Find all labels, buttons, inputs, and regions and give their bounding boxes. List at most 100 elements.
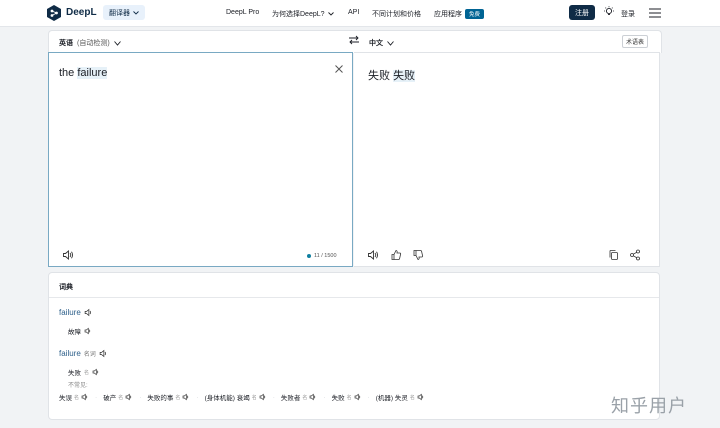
speaker-icon[interactable] [417,393,425,401]
watermark-text: 知乎用户 [611,396,687,416]
speaker-icon[interactable] [182,393,190,401]
speaker-icon[interactable] [125,393,133,401]
alternative-item[interactable]: 失败的事名 [147,392,190,402]
alternative-item[interactable]: (机器) 失灵名 [376,392,425,402]
alternative-tag: 名 [251,394,257,401]
login-link[interactable]: 登录 [621,9,635,19]
speaker-icon[interactable] [92,368,100,376]
alternative-tag: 名 [409,394,415,401]
chevron-down-icon [133,10,139,15]
speaker-icon[interactable] [259,393,267,401]
alternative-tag: 名 [302,394,308,401]
separator: · [323,393,326,401]
translation-output[interactable]: 失败 失败 [368,67,416,83]
top-navigation-bar: DeepL 翻译器 DeepL Pro 为何选择DeepL? API 不同计划和… [0,0,720,27]
swap-languages-icon[interactable] [348,35,360,45]
character-counter: 11 / 1500 [307,253,337,259]
alternative-text: 失败的事 [147,395,174,402]
source-language-select[interactable]: 英语 (自动检测) [59,38,121,48]
hamburger-menu-icon[interactable] [649,8,661,18]
speaker-icon[interactable] [367,249,379,261]
thumbs-up-icon[interactable] [390,249,402,261]
dictionary-sense: 失败 名 [68,367,100,377]
nav-api[interactable]: API [348,9,359,16]
target-language-label: 中文 [369,40,383,47]
alternative-item[interactable]: 失误名 [59,392,89,402]
alternative-tag: 名 [346,394,352,401]
brand-name[interactable]: DeepL [66,7,97,18]
source-text-highlight: failure [77,67,108,79]
free-badge: 免费 [465,9,485,20]
separator: · [367,393,370,401]
target-text-panel: 失败 失败 [354,52,660,267]
sense-tag: 名 [84,369,90,376]
alternative-text: (机器) 失灵 [375,395,408,402]
chevron-down-icon [328,12,335,16]
dictionary-sense: 故障 [68,326,92,336]
speaker-icon[interactable] [81,393,89,401]
speaker-icon[interactable] [62,249,74,261]
alternative-item[interactable]: (身体机能) 衰竭名 [205,392,267,402]
speaker-icon[interactable] [84,327,92,335]
translator-label: 翻译器 [109,9,130,17]
dictionary-entry-word: failure 名词 [59,349,108,358]
entry-headword[interactable]: failure [59,308,81,317]
signup-button[interactable]: 注册 [569,5,595,20]
nav-pricing[interactable]: 不同计划和价格 [372,9,421,19]
dictionary-title: 词典 [59,284,73,291]
nav-why-deepl-label: 为何选择DeepL? [272,11,325,18]
source-text-plain: the [59,67,78,79]
translation-text-highlight[interactable]: 失败 [393,70,416,82]
alternative-text: 失败 [331,395,345,402]
alternative-tag: 名 [118,394,124,401]
source-text-panel[interactable]: the failure 11 / 1500 [48,52,353,267]
separator: · [95,393,98,401]
nav-apps[interactable]: 应用程序 免费 [434,9,485,20]
alternative-translations: 失误名 · 破产名 · 失败的事名 · (身体机能) 衰竭名 · 失败者名 · … [59,392,425,402]
lightbulb-icon[interactable] [603,6,615,18]
nav-apps-label: 应用程序 [434,11,462,18]
alternative-item[interactable]: 失败名 [332,392,362,402]
entry-headword[interactable]: failure [59,349,81,358]
sense-text[interactable]: 故障 [68,326,81,336]
separator: · [139,393,142,401]
dictionary-entry-word: failure [59,308,93,317]
nav-deepl-pro[interactable]: DeepL Pro [226,9,259,16]
sense-text[interactable]: 失败 [68,367,81,377]
close-icon[interactable] [333,63,345,75]
alternative-text: (身体机能) 衰竭 [204,395,250,402]
speaker-icon[interactable] [309,393,317,401]
target-language-select[interactable]: 中文 [369,38,394,48]
character-count: 11 / 1500 [314,253,337,259]
part-of-speech: 名词 [83,352,96,358]
divider [49,297,659,298]
translator-dropdown[interactable]: 翻译器 [103,5,145,20]
alternative-item[interactable]: 破产名 [103,392,133,402]
share-icon[interactable] [629,249,641,261]
alternative-text: 失误 [59,395,72,402]
source-language-label: 英语 [59,40,73,47]
separator: · [196,393,199,401]
source-text-input[interactable]: the failure [59,67,108,79]
speaker-icon[interactable] [354,393,362,401]
deepl-logo-icon[interactable] [46,5,62,21]
alternative-text: 破产 [103,395,117,402]
nav-why-deepl[interactable]: 为何选择DeepL? [272,9,335,19]
less-common-label: 不常见: [68,383,88,389]
glossary-button[interactable]: 术语表 [622,35,649,48]
speaker-icon[interactable] [99,349,108,358]
copy-icon[interactable] [608,249,620,261]
alternative-item[interactable]: 失败者名 [281,392,318,402]
speaker-icon[interactable] [84,308,93,317]
chevron-down-icon [113,40,121,46]
alternative-text: 失败者 [280,395,301,402]
chevron-down-icon [387,40,394,46]
dictionary-panel: 词典 failure 故障 failure 名词 失败 名 不常见: 失误名 ·… [48,272,660,420]
auto-detect-note: (自动检测) [77,40,110,47]
alternative-tag: 名 [74,394,80,401]
alternative-tag: 名 [175,394,181,401]
translation-text-first[interactable]: 失败 [368,70,393,82]
thumbs-down-icon[interactable] [412,249,424,261]
status-dot-icon [307,254,311,258]
separator: · [272,393,275,401]
